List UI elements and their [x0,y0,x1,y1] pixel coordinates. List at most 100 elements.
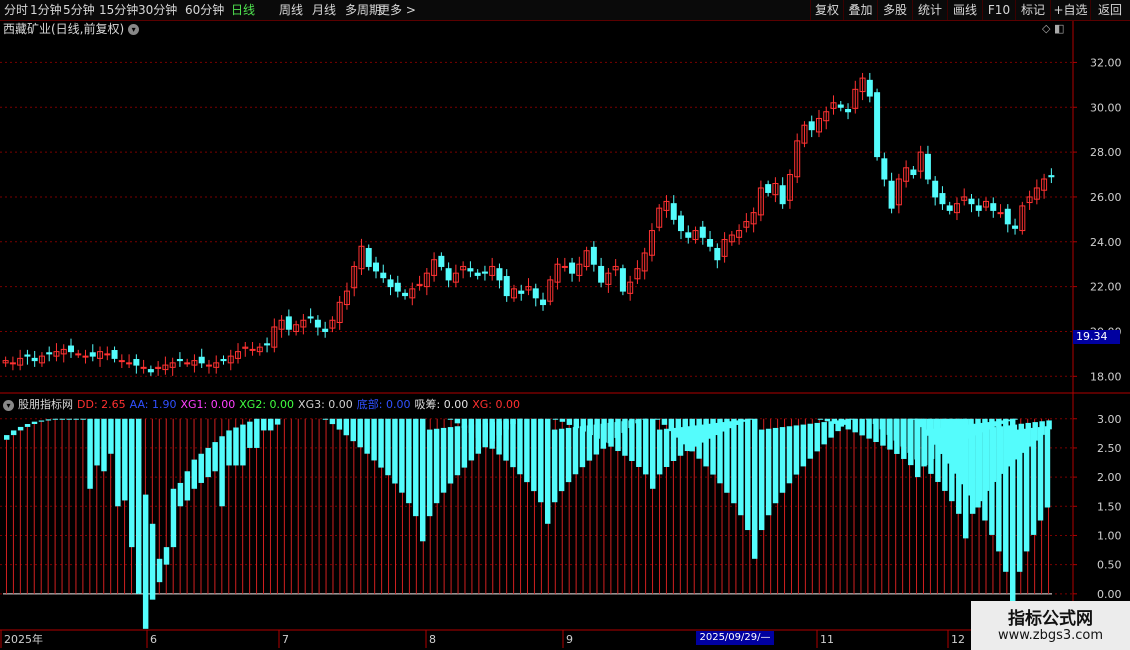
ind-cyan-bar [10,430,17,436]
ind-cyan-bar [573,418,580,429]
candle-body [198,356,205,364]
ind-cyan-bar [845,418,851,430]
candle-body [874,92,881,158]
ind-cyan-bar [129,418,135,548]
ind-cyan-bar [675,418,682,438]
candle-body [975,205,982,211]
ind-cyan-bar [682,418,688,445]
ind-cyan-bar [524,418,530,483]
ind-tick-label: 2.00 [1097,471,1122,484]
candle-body [126,362,133,365]
indicator-title: ▾ 股朋指标网 DD: 2.65 AA: 1.90 XG1: 0.00 XG2: 0.00… [3,397,524,413]
candle-body [532,288,539,299]
ind-cyan-bar [274,418,281,425]
candle-body [365,248,372,267]
candle-body [176,358,183,362]
candle-body [619,268,626,292]
ind-cyan-bar [101,418,107,472]
ind-tick-label: 0.00 [1097,588,1122,601]
ind-cyan-bar [357,418,363,448]
ind-cyan-bar [149,523,156,600]
ind-tick-label: 3.00 [1097,413,1122,426]
ind-cyan-bar [779,427,786,493]
ind-cyan-bar [731,418,737,504]
ind-cyan-bar [893,418,899,441]
ind-cyan-bar [663,428,670,467]
price-tick-label: 30.00 [1090,101,1122,114]
ind-cyan-bar [996,418,1002,552]
ind-cyan-bar [545,418,551,524]
candle-body [968,198,975,205]
ind-cyan-bar [565,427,572,483]
ind-cyan-bar [786,426,793,484]
candle-body [910,169,917,176]
ind-cyan-bar [205,447,211,478]
ind-cyan-bar [1037,427,1044,521]
ind-cyan-bar [426,429,433,517]
ind-cyan-bar [122,418,128,501]
candle-body [104,353,111,356]
ind-cyan-bar [322,418,329,420]
candle-body [881,158,888,180]
ind-cyan-bar [385,418,391,476]
indicator-name: 股朋指标网 [18,398,73,411]
indicator-value-1: AA: 1.90 [129,398,177,411]
candle-body [924,153,931,180]
ind-cyan-bar [447,418,454,420]
ind-cyan-bar [654,418,661,420]
ind-cyan-bar [510,418,516,468]
ind-cyan-bar [87,418,93,489]
ind-cyan-bar [838,418,845,427]
ind-cyan-bar [954,418,960,474]
ind-cyan-bar [233,427,239,466]
ind-cyan-bar [336,418,343,430]
ind-cyan-bar [392,418,398,484]
indicator-value-0: DD: 2.65 [77,398,126,411]
ind-cyan-bar [52,418,59,420]
candle-body [46,352,53,355]
ind-cyan-bar [66,418,72,420]
ind-cyan-bar [738,418,744,516]
candle-body [1004,208,1011,225]
candle-body [496,268,503,281]
xaxis-label: 12 [951,633,965,646]
ind-cyan-bar [59,418,66,420]
candle-body [314,319,321,328]
ind-cyan-bar [247,421,253,448]
candle-body [590,246,597,265]
ind-cyan-bar [710,418,716,475]
ind-cyan-bar [689,418,695,452]
ind-cyan-bar [38,420,45,422]
candle-body [707,239,714,247]
watermark: 指标公式网 www.zbgs3.com [971,601,1130,650]
ind-cyan-bar [961,418,967,485]
ind-cyan-bar [608,418,614,447]
xaxis-label: 6 [150,633,157,646]
candle-body [997,212,1004,215]
ind-cyan-bar [900,418,906,447]
ind-cyan-bar [824,418,831,422]
candle-body [481,271,488,274]
ind-cyan-bar [865,418,872,420]
ind-cyan-bar [622,418,628,456]
candle-body [147,369,154,373]
candle-body [939,193,946,205]
ind-cyan-bar [879,418,886,430]
ind-cyan-bar [552,418,559,420]
ind-cyan-bar [907,418,913,453]
ind-cyan-bar [817,418,824,420]
indicator-value-4: XG3: 0.00 [298,398,353,411]
ind-cyan-bar [4,435,10,440]
ind-cyan-bar [454,426,461,476]
chevron-down-icon[interactable]: ▾ [3,399,14,411]
price-tick-label: 32.00 [1090,56,1122,69]
ind-tick-label: 1.00 [1097,529,1122,542]
ind-cyan-bar [219,436,225,507]
ind-cyan-bar [1044,426,1051,508]
indicator-value-5: 底部: 0.00 [356,398,411,411]
ind-cyan-bar [226,430,232,466]
indicator-value-3: XG2: 0.00 [239,398,295,411]
candle-body [89,352,96,357]
ind-cyan-bar [947,418,953,464]
ind-cyan-bar [765,428,772,516]
